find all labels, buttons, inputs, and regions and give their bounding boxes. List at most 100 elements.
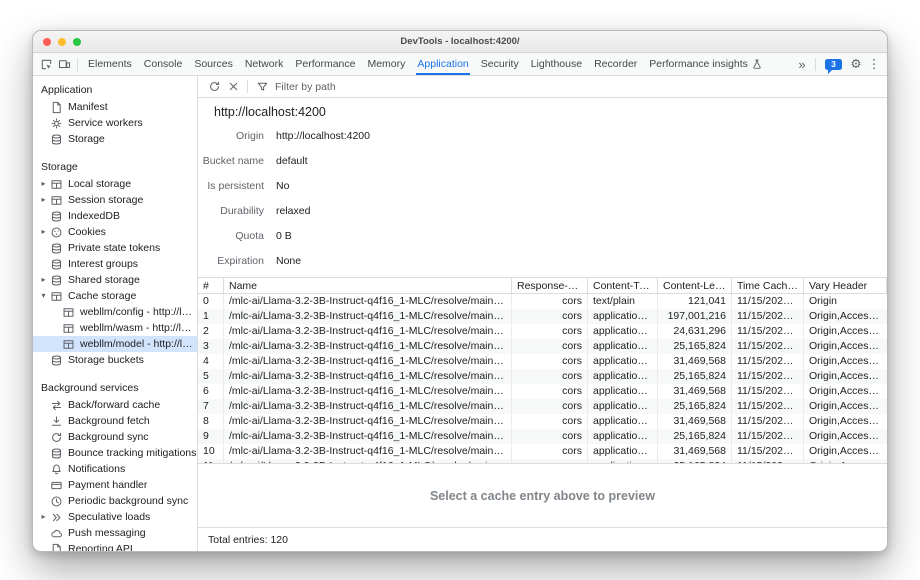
sidebar-item-background-sync[interactable]: Background sync [33, 429, 197, 445]
delete-entry-icon[interactable] [224, 78, 242, 96]
sidebar-item-notifications[interactable]: Notifications [33, 461, 197, 477]
tab-label: Application [417, 58, 468, 70]
column-header-content-type[interactable]: Content-Type [588, 278, 658, 293]
expand-arrow-icon[interactable]: ▸ [38, 192, 49, 208]
tab-sources[interactable]: Sources [188, 53, 239, 75]
tab-application[interactable]: Application [411, 53, 474, 75]
inspect-element-icon[interactable] [37, 55, 55, 73]
sidebar-item-cache-storage[interactable]: ▾Cache storage [33, 288, 197, 304]
sidebar-item-push-messaging[interactable]: Push messaging [33, 525, 197, 541]
sidebar-item-background-fetch[interactable]: Background fetch [33, 413, 197, 429]
fullscreen-window-button[interactable] [73, 38, 81, 46]
cell-name: /mlc-ai/Llama-3.2-3B-Instruct-q4f16_1-ML… [224, 384, 512, 399]
sidebar-item-storage[interactable]: Storage [33, 131, 197, 147]
collapse-arrow-icon[interactable]: ▾ [38, 288, 49, 304]
sidebar-item-payment-handler[interactable]: Payment handler [33, 477, 197, 493]
cache-entry-row[interactable]: 9/mlc-ai/Llama-3.2-3B-Instruct-q4f16_1-M… [198, 429, 887, 444]
sidebar-item-back-forward-cache[interactable]: Back/forward cache [33, 397, 197, 413]
sidebar-item-label: Notifications [68, 463, 125, 475]
sidebar-item-label: Background fetch [68, 415, 150, 427]
expand-arrow-icon[interactable]: ▸ [38, 509, 49, 525]
separator [815, 58, 816, 71]
expand-arrow-icon[interactable]: ▸ [38, 224, 49, 240]
tab-performance[interactable]: Performance [289, 53, 361, 75]
more-tabs-icon[interactable]: » [793, 55, 811, 73]
cell-response-type: cors [512, 384, 588, 399]
column-header-vary-header[interactable]: Vary Header [804, 278, 887, 293]
cell-content-length: 25,165,824 [658, 339, 732, 354]
cache-entry-row[interactable]: 10/mlc-ai/Llama-3.2-3B-Instruct-q4f16_1-… [198, 444, 887, 459]
filter-by-path-input[interactable]: Filter by path [275, 81, 336, 93]
filter-icon[interactable] [253, 78, 271, 96]
cache-entry-row[interactable]: 3/mlc-ai/Llama-3.2-3B-Instruct-q4f16_1-M… [198, 339, 887, 354]
cache-entry-row[interactable]: 6/mlc-ai/Llama-3.2-3B-Instruct-q4f16_1-M… [198, 384, 887, 399]
sidebar-item-storage-buckets[interactable]: Storage buckets [33, 352, 197, 368]
expand-arrow-icon[interactable]: ▸ [38, 272, 49, 288]
refresh-icon[interactable] [205, 78, 223, 96]
sidebar-item-webllm-wasm-http-loca[interactable]: webllm/wasm - http://loca… [33, 320, 197, 336]
column-header-hash[interactable]: # [198, 278, 224, 293]
sidebar-item-private-state-tokens[interactable]: Private state tokens [33, 240, 197, 256]
minimize-window-button[interactable] [58, 38, 66, 46]
sidebar-item-manifest[interactable]: Manifest [33, 99, 197, 115]
tab-performance-insights[interactable]: Performance insights [643, 53, 769, 75]
sidebar-item-interest-groups[interactable]: Interest groups [33, 256, 197, 272]
column-header-time-cached[interactable]: Time Cached [732, 278, 804, 293]
sidebar-item-bounce-tracking-mitigations[interactable]: Bounce tracking mitigations [33, 445, 197, 461]
cache-toolbar: Filter by path [198, 76, 887, 98]
sidebar-item-shared-storage[interactable]: ▸Shared storage [33, 272, 197, 288]
cache-entry-row[interactable]: 4/mlc-ai/Llama-3.2-3B-Instruct-q4f16_1-M… [198, 354, 887, 369]
cell-vary-header: Origin,Access… [804, 309, 887, 324]
cell-time-cached: 11/15/2024, 10… [732, 339, 804, 354]
db-icon [49, 273, 63, 287]
cache-entry-row[interactable]: 7/mlc-ai/Llama-3.2-3B-Instruct-q4f16_1-M… [198, 399, 887, 414]
sidebar-item-periodic-background-sync[interactable]: Periodic background sync [33, 493, 197, 509]
sidebar-item-webllm-config-http-loc[interactable]: webllm/config - http://loc… [33, 304, 197, 320]
tab-lighthouse[interactable]: Lighthouse [525, 53, 588, 75]
column-header-response-type[interactable]: Response-Type [512, 278, 588, 293]
cell-response-type: cors [512, 294, 588, 309]
tab-network[interactable]: Network [239, 53, 290, 75]
issues-badge[interactable]: 3 [825, 59, 842, 70]
sidebar-item-webllm-model-http-loc[interactable]: webllm/model - http://loc… [33, 336, 197, 352]
cell-content-length: 31,469,568 [658, 444, 732, 459]
column-header-name[interactable]: Name [224, 278, 512, 293]
sidebar-item-service-workers[interactable]: Service workers [33, 115, 197, 131]
cell-content-type: application/oc… [588, 354, 658, 369]
traffic-lights [43, 38, 81, 46]
expand-arrow-icon[interactable]: ▸ [38, 176, 49, 192]
card-icon [49, 478, 63, 492]
tab-elements[interactable]: Elements [82, 53, 138, 75]
sidebar-item-label: Interest groups [68, 258, 138, 270]
sidebar-item-cookies[interactable]: ▸Cookies [33, 224, 197, 240]
sidebar-item-session-storage[interactable]: ▸Session storage [33, 192, 197, 208]
close-window-button[interactable] [43, 38, 51, 46]
column-header-content-length[interactable]: Content-Length [658, 278, 732, 293]
sidebar-item-local-storage[interactable]: ▸Local storage [33, 176, 197, 192]
settings-gear-icon[interactable]: ⚙ [847, 55, 865, 73]
cell-vary-header: Origin,Access… [804, 399, 887, 414]
cell-vary-header: Origin [804, 294, 887, 309]
sidebar-item-label: Storage [68, 133, 105, 145]
tab-security[interactable]: Security [475, 53, 525, 75]
tab-console[interactable]: Console [138, 53, 189, 75]
tab-recorder[interactable]: Recorder [588, 53, 643, 75]
device-toolbar-icon[interactable] [55, 55, 73, 73]
cache-entry-row[interactable]: 8/mlc-ai/Llama-3.2-3B-Instruct-q4f16_1-M… [198, 414, 887, 429]
cache-entry-row[interactable]: 1/mlc-ai/Llama-3.2-3B-Instruct-q4f16_1-M… [198, 309, 887, 324]
sidebar-item-indexeddb[interactable]: IndexedDB [33, 208, 197, 224]
sidebar-item-reporting-api[interactable]: Reporting API [33, 541, 197, 551]
cell-response-type: cors [512, 399, 588, 414]
kebab-menu-icon[interactable]: ⋮ [865, 55, 883, 73]
cache-entry-row[interactable]: 5/mlc-ai/Llama-3.2-3B-Instruct-q4f16_1-M… [198, 369, 887, 384]
cell-content-type: application/oc… [588, 429, 658, 444]
metadata-value: relaxed [276, 205, 310, 217]
tab-label: Performance [295, 58, 355, 70]
tab-memory[interactable]: Memory [361, 53, 411, 75]
sidebar-item-speculative-loads[interactable]: ▸Speculative loads [33, 509, 197, 525]
grid-icon [49, 177, 63, 191]
total-entries-label: Total entries: 120 [208, 534, 288, 546]
cache-entry-row[interactable]: 0/mlc-ai/Llama-3.2-3B-Instruct-q4f16_1-M… [198, 294, 887, 309]
cache-entry-row[interactable]: 2/mlc-ai/Llama-3.2-3B-Instruct-q4f16_1-M… [198, 324, 887, 339]
sidebar-item-label: Private state tokens [68, 242, 160, 254]
